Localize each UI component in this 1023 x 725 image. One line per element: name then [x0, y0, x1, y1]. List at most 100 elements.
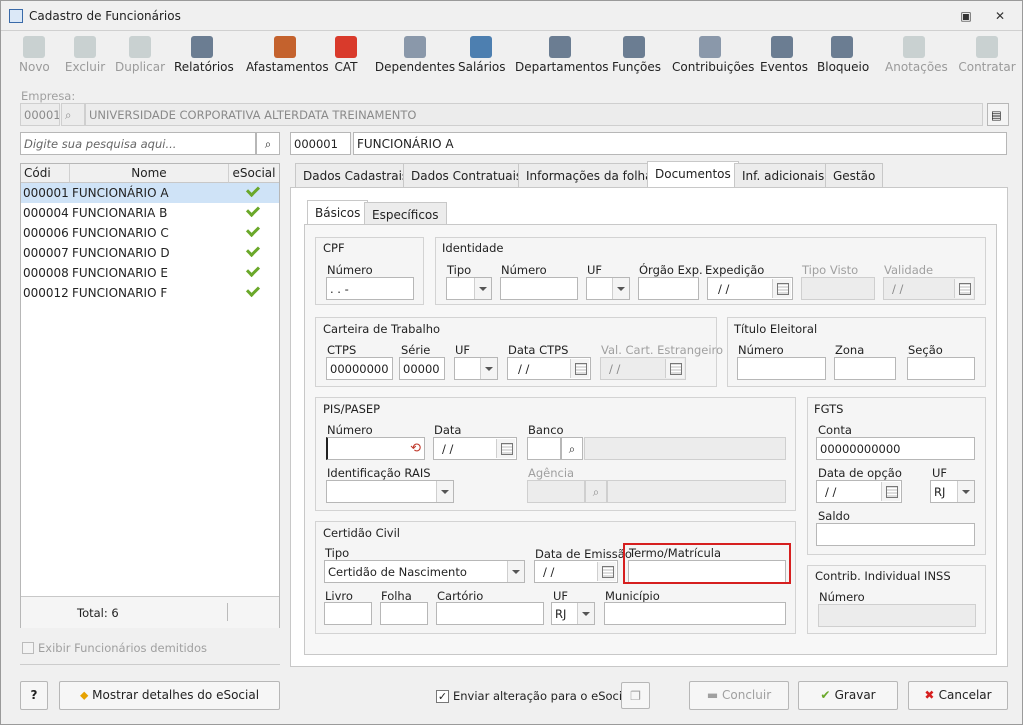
calendar-icon: [954, 279, 973, 298]
rais-select[interactable]: [326, 480, 454, 503]
toolbar-label: Contratar: [958, 60, 1016, 74]
cpf-number-input[interactable]: . . -: [326, 277, 414, 300]
emissao-label: Data de Emissão: [535, 547, 632, 561]
secao-input[interactable]: [907, 357, 975, 380]
red-cross-icon: [335, 36, 357, 58]
close-button[interactable]: ✕: [991, 7, 1009, 25]
toolbar-bloqueio-button[interactable]: Bloqueio: [817, 33, 869, 81]
toolbar-dependentes-button[interactable]: Dependentes: [374, 33, 456, 81]
validade-input: / /: [883, 277, 975, 300]
current-code-field[interactable]: 000001: [290, 132, 351, 155]
certidao-uf-select[interactable]: RJ: [551, 602, 595, 625]
subtab-basicos[interactable]: Básicos: [307, 200, 369, 226]
saldo-input[interactable]: [816, 523, 975, 546]
folha-label: Folha: [381, 589, 412, 603]
list-item[interactable]: 000006 FUNCIONARIO C: [21, 222, 279, 243]
tab-informações-da-folha[interactable]: Informações da folha: [518, 163, 661, 187]
toolbar-funções-button[interactable]: Funções: [612, 33, 661, 81]
toolbar-salários-button[interactable]: Salários: [458, 33, 506, 81]
empresa-menu-icon[interactable]: ▤: [987, 103, 1009, 126]
identidade-orgao-input[interactable]: [638, 277, 699, 300]
current-name-field[interactable]: FUNCIONÁRIO A: [353, 132, 1007, 155]
gravar-label: Gravar: [834, 688, 876, 702]
calendar-icon[interactable]: [881, 482, 900, 501]
list-item[interactable]: 000007 FUNCIONARIO D: [21, 242, 279, 263]
toolbar-departamentos-button[interactable]: Departamentos: [515, 33, 609, 81]
calendar-icon[interactable]: [570, 359, 589, 378]
agencia-label: Agência: [528, 466, 575, 480]
fgts-uf-label: UF: [932, 466, 948, 480]
toolbar-contribuições-button[interactable]: Contribuições: [672, 33, 754, 81]
identidade-orgao-label: Órgão Exp.: [639, 263, 703, 277]
pis-numero-input[interactable]: ⟲: [326, 437, 425, 460]
list-item[interactable]: 000004 FUNCIONARIA B: [21, 202, 279, 223]
toolbar-relatórios-button[interactable]: Relatórios: [174, 33, 234, 81]
tab-gestão[interactable]: Gestão: [825, 163, 884, 187]
zona-input[interactable]: [834, 357, 896, 380]
toolbar-eventos-button[interactable]: Eventos: [760, 33, 808, 81]
help-button[interactable]: ?: [20, 681, 48, 710]
identidade-tipo-select[interactable]: [446, 277, 492, 300]
livro-input[interactable]: [324, 602, 372, 625]
identidade-expedicao-input[interactable]: / /: [707, 277, 793, 300]
cartorio-input[interactable]: [436, 602, 544, 625]
refresh-icon[interactable]: ⟲: [410, 441, 421, 456]
calendar-icon[interactable]: [772, 279, 791, 298]
send-esocial-checkbox[interactable]: ✓: [436, 690, 449, 703]
show-dismissed-checkbox[interactable]: [22, 642, 34, 654]
certidao-uf-value: RJ: [555, 607, 567, 621]
people-icon: [404, 36, 426, 58]
folha-input[interactable]: [380, 602, 428, 625]
certidao-tipo-value: Certidão de Nascimento: [328, 565, 467, 579]
tab-dados-contratuais[interactable]: Dados Contratuais: [403, 163, 531, 187]
toolbar-label: Duplicar: [114, 60, 165, 74]
subtab-especificos[interactable]: Específicos: [364, 202, 447, 226]
banco-search-icon[interactable]: ⌕: [561, 437, 583, 460]
toolbar-cat-button[interactable]: CAT: [333, 33, 359, 81]
cancelar-button[interactable]: ✖ Cancelar: [908, 681, 1008, 710]
calendar-icon[interactable]: [496, 439, 515, 458]
toolbar-label: Afastamentos: [246, 60, 329, 74]
gravar-button[interactable]: ✔ Gravar: [798, 681, 898, 710]
identidade-uf-select[interactable]: [586, 277, 630, 300]
val-cart-input: / /: [600, 357, 686, 380]
pis-data-input[interactable]: / /: [433, 437, 517, 460]
search-input[interactable]: Digite sua pesquisa aqui...: [20, 132, 256, 155]
title-bar: Cadastro de Funcionários ▣ ✕: [1, 1, 1022, 31]
agencia-name-field: [607, 480, 786, 503]
conta-input[interactable]: 00000000000: [816, 437, 975, 460]
data-ctps-value: / /: [518, 362, 530, 376]
data-ctps-input[interactable]: / /: [507, 357, 591, 380]
toolbar-afastamentos-button[interactable]: Afastamentos: [246, 33, 329, 81]
list-item[interactable]: 000008 FUNCIONARIO E: [21, 262, 279, 283]
search-button-icon[interactable]: ⌕: [256, 132, 280, 155]
list-header-name[interactable]: Nome: [70, 164, 229, 183]
tab-dados-cadastrais[interactable]: Dados Cadastrais: [295, 163, 417, 187]
list-footer: Total: 6: [21, 596, 279, 628]
esocial-details-button[interactable]: ⬥ Mostrar detalhes do eSocial: [59, 681, 280, 710]
calendar-icon[interactable]: [597, 562, 616, 581]
list-item[interactable]: 000001 FUNCIONÁRIO A: [21, 182, 279, 203]
inss-title: Contrib. Individual INSS: [815, 569, 951, 583]
list-item[interactable]: 000012 FUNCIONARIO F: [21, 282, 279, 303]
emissao-input[interactable]: / /: [534, 560, 618, 583]
list-header-esocial[interactable]: eSocial: [229, 164, 279, 183]
toolbar-label: Excluir: [64, 60, 106, 74]
tab-documentos[interactable]: Documentos: [647, 161, 739, 187]
banco-code-input[interactable]: [527, 437, 561, 460]
main-window: Cadastro de Funcionários ▣ ✕ Novo Excluir…: [0, 0, 1023, 725]
titulo-numero-input[interactable]: [737, 357, 826, 380]
row-name: FUNCIONARIO D: [72, 246, 170, 260]
certidao-tipo-select[interactable]: Certidão de Nascimento: [324, 560, 525, 583]
fgts-uf-select[interactable]: RJ: [930, 480, 975, 503]
municipio-input[interactable]: [604, 602, 786, 625]
ctps-input[interactable]: 00000000: [326, 357, 393, 380]
list-header-code[interactable]: Códi: [21, 164, 70, 183]
serie-input[interactable]: 00000: [399, 357, 445, 380]
tab-inf-adicionais[interactable]: Inf. adicionais: [734, 163, 833, 187]
cpf-title: CPF: [323, 241, 345, 255]
identidade-numero-input[interactable]: [500, 277, 578, 300]
ctps-uf-select[interactable]: [454, 357, 498, 380]
data-opcao-input[interactable]: / /: [816, 480, 902, 503]
restore-button[interactable]: ▣: [957, 7, 975, 25]
